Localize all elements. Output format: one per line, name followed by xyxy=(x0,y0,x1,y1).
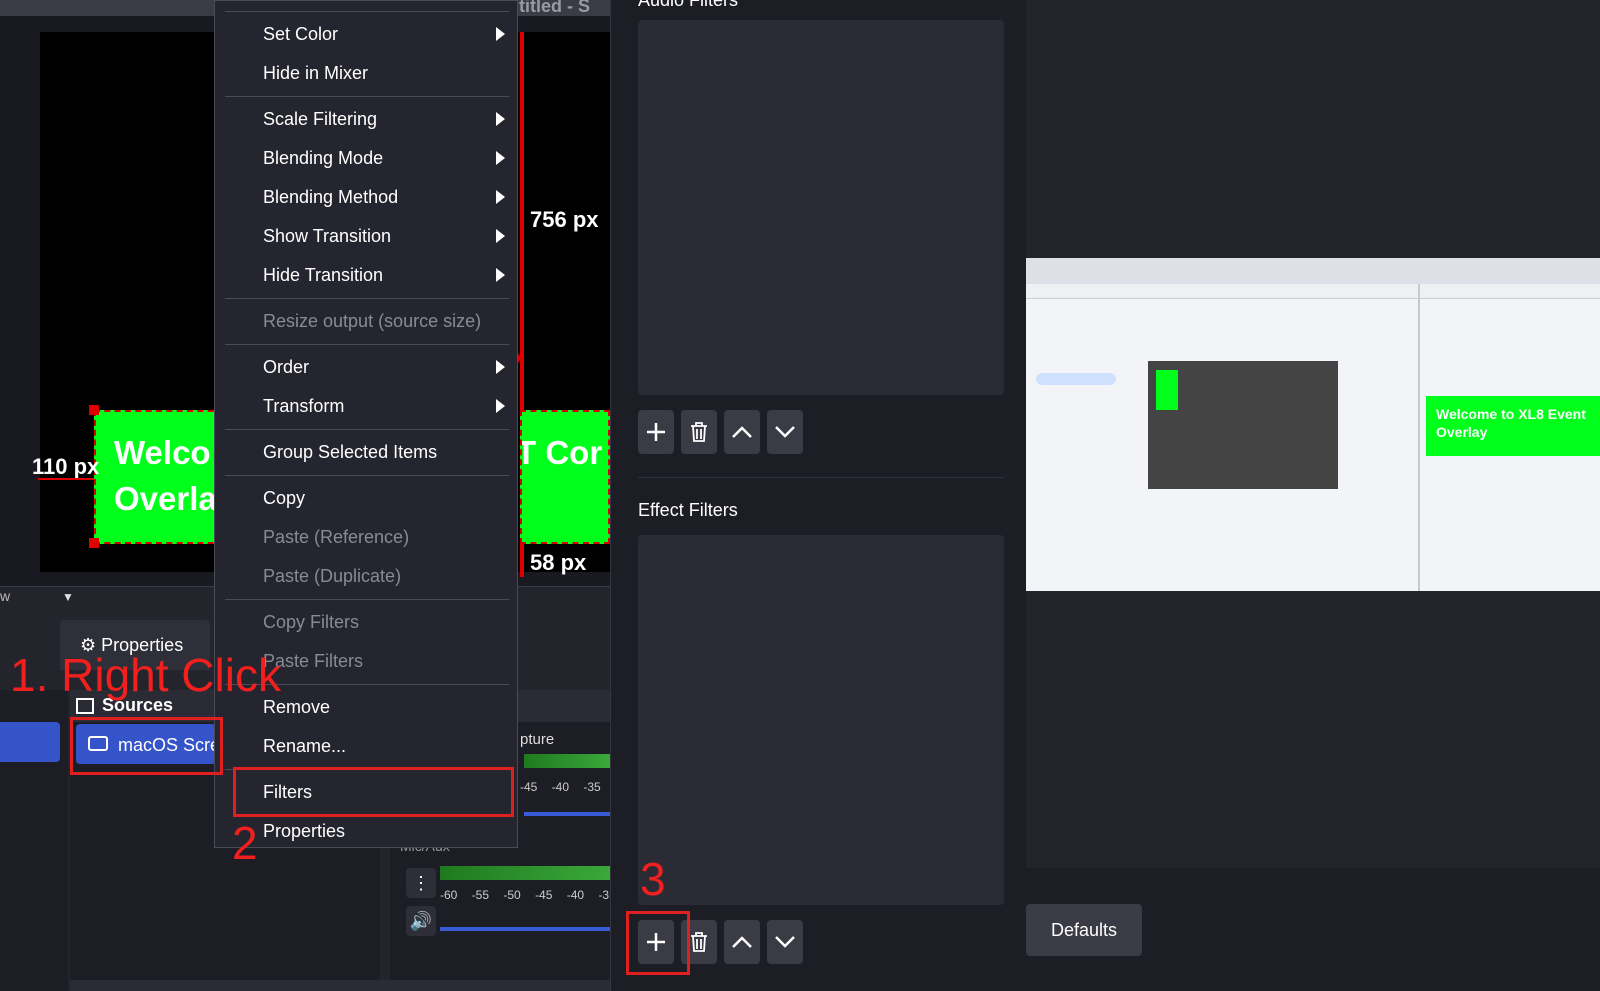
submenu-arrow-icon xyxy=(496,399,505,413)
menu-separator xyxy=(225,96,509,97)
defaults-button[interactable]: Defaults xyxy=(1026,904,1142,956)
speaker-icon[interactable]: 🔊 xyxy=(406,906,436,936)
menu-item-order[interactable]: Order xyxy=(263,357,309,378)
volume-meter xyxy=(524,754,610,768)
menu-separator xyxy=(225,429,509,430)
annotation-step-3: 3 xyxy=(640,853,666,905)
menu-item-paste-reference[interactable]: Paste (Reference) xyxy=(263,527,409,548)
remove-audio-filter-button[interactable] xyxy=(681,410,717,454)
more-options-icon[interactable]: ⋮ xyxy=(406,868,436,898)
annotation-step-1: 1. Right Click xyxy=(10,649,281,701)
move-up-audio-filter-button[interactable] xyxy=(724,410,760,454)
menu-item-show-transition[interactable]: Show Transition xyxy=(263,226,391,247)
source-overlay-left[interactable]: Welco Overla xyxy=(94,410,224,544)
volume-slider[interactable] xyxy=(524,812,610,816)
submenu-arrow-icon xyxy=(496,190,505,204)
audio-filters-list[interactable] xyxy=(638,20,1004,395)
menu-item-scale-filtering[interactable]: Scale Filtering xyxy=(263,109,377,130)
submenu-arrow-icon xyxy=(496,151,505,165)
section-divider xyxy=(638,477,1004,478)
embedded-green xyxy=(1156,370,1178,410)
audio-filters-title: Audio Filters xyxy=(638,0,739,10)
scale-label: w xyxy=(0,588,11,604)
window-title: ntitled - S xyxy=(508,0,590,16)
menu-item-paste-duplicate[interactable]: Paste (Duplicate) xyxy=(263,566,401,587)
menu-item-blending-method[interactable]: Blending Method xyxy=(263,187,398,208)
move-down-audio-filter-button[interactable] xyxy=(767,410,803,454)
menu-item-transform[interactable]: Transform xyxy=(263,396,344,417)
context-menu: Set Color Hide in Mixer Scale Filtering … xyxy=(214,0,518,848)
menu-separator xyxy=(225,344,509,345)
menu-separator xyxy=(225,475,509,476)
overlay-text-line-2: Overla xyxy=(114,480,217,517)
menu-item-properties[interactable]: Properties xyxy=(263,821,345,842)
measure-line xyxy=(38,478,94,480)
scene-item-selected[interactable] xyxy=(0,722,60,762)
plus-icon xyxy=(647,423,665,441)
browser-addressbar xyxy=(1026,284,1600,299)
effect-filters-title: Effect Filters xyxy=(638,500,738,520)
trash-icon xyxy=(691,422,707,442)
preview-overlay-banner: Welcome to XL8 Event Overlay xyxy=(1426,396,1600,456)
browser-tabbar xyxy=(1026,258,1600,284)
submenu-arrow-icon xyxy=(496,112,505,126)
menu-separator xyxy=(225,599,509,600)
menu-item-group-selected[interactable]: Group Selected Items xyxy=(263,442,437,463)
menu-separator xyxy=(225,298,509,299)
doc-outline-item xyxy=(1036,373,1116,385)
overlay-text-right: T Cor xyxy=(520,434,603,471)
move-down-effect-filter-button[interactable] xyxy=(767,920,803,964)
chevron-up-icon xyxy=(732,936,752,948)
menu-item-rename[interactable]: Rename... xyxy=(263,736,346,757)
measure-bottom: 58 px xyxy=(530,550,587,575)
transform-handle[interactable] xyxy=(89,405,99,415)
trash-icon xyxy=(691,932,707,952)
annotation-step-2: 2 xyxy=(232,817,258,869)
submenu-arrow-icon xyxy=(496,229,505,243)
submenu-arrow-icon xyxy=(496,27,505,41)
measure-top: 756 px xyxy=(530,207,599,232)
chevron-up-icon xyxy=(732,426,752,438)
menu-item-hide-in-mixer[interactable]: Hide in Mixer xyxy=(263,63,368,84)
add-audio-filter-button[interactable] xyxy=(638,410,674,454)
meter-ticks: -45 -40 -35 - xyxy=(520,780,619,794)
meter-ticks-micaux: -60 -55 -50 -45 -40 -35 - xyxy=(440,888,634,902)
menu-separator xyxy=(225,11,509,12)
overlay-text-line-1: Welco xyxy=(114,434,211,471)
filter-preview-image: Welcome to XL8 Event Overlay xyxy=(1026,258,1600,591)
measure-left: 110 px xyxy=(32,454,100,479)
menu-item-copy-filters[interactable]: Copy Filters xyxy=(263,612,359,633)
chevron-down-icon[interactable]: ▼ xyxy=(62,590,74,604)
menu-item-hide-transition[interactable]: Hide Transition xyxy=(263,265,383,286)
bottom-toolbar xyxy=(70,980,610,991)
preview-overlay-text-1: Welcome to XL8 Event xyxy=(1436,406,1586,422)
submenu-arrow-icon xyxy=(496,268,505,282)
menu-item-set-color[interactable]: Set Color xyxy=(263,24,338,45)
preview-overlay-text-2: Overlay xyxy=(1436,424,1488,440)
move-up-effect-filter-button[interactable] xyxy=(724,920,760,964)
chevron-down-icon xyxy=(775,936,795,948)
chevron-down-icon xyxy=(775,426,795,438)
transform-handle[interactable] xyxy=(89,538,99,548)
mixer-track-label: pture xyxy=(520,731,555,748)
highlight-filters-item xyxy=(233,767,514,817)
effect-filters-list[interactable] xyxy=(638,535,1004,905)
volume-slider-micaux[interactable] xyxy=(440,927,610,931)
highlight-add-filter xyxy=(626,911,690,975)
source-overlay-right[interactable]: T Cor xyxy=(520,410,610,544)
volume-meter-micaux xyxy=(440,866,610,880)
menu-item-blending-mode[interactable]: Blending Mode xyxy=(263,148,383,169)
menu-item-copy[interactable]: Copy xyxy=(263,488,305,509)
submenu-arrow-icon xyxy=(496,360,505,374)
window-split xyxy=(1418,284,1420,591)
highlight-source-item xyxy=(70,717,223,775)
menu-item-resize-output[interactable]: Resize output (source size) xyxy=(263,311,481,332)
